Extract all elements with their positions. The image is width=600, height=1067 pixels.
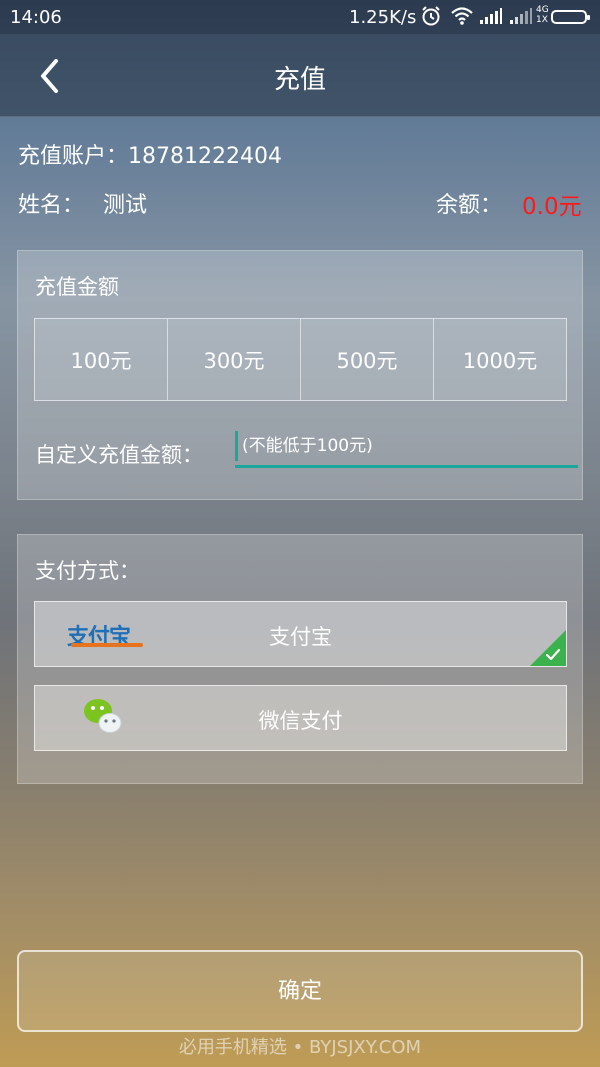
status-bar: 14:06 1.25K/s 4G 1X: [0, 0, 600, 34]
payment-panel: 支付方式： 支付宝 支付宝 微信支付: [17, 534, 583, 784]
name-label: 姓名：: [18, 193, 85, 218]
watermark: 必用手机精选 • BYJSJXY.COM: [178, 1037, 422, 1058]
amount-option-1000[interactable]: 1000元: [434, 319, 566, 400]
amount-option-300[interactable]: 300元: [168, 319, 301, 400]
status-speed: 1.25K/s: [349, 7, 417, 28]
check-icon: [545, 648, 561, 661]
network-type-main: 4G: [536, 5, 549, 15]
amount-option-500[interactable]: 500元: [301, 319, 434, 400]
amount-title: 充值金额: [35, 275, 119, 299]
signal-icon: [480, 8, 502, 24]
account-number: 充值账户：18781222404: [18, 144, 282, 169]
battery-icon: [551, 10, 590, 24]
page-title: 充值: [273, 65, 326, 95]
status-time: 14:06: [10, 7, 62, 28]
network-type-sub: 1X: [536, 15, 548, 25]
network-type: 4G 1X: [536, 5, 549, 25]
alarm-icon: [422, 6, 440, 26]
custom-amount-input[interactable]: [235, 431, 582, 461]
amount-panel: 充值金额 100元 300元 500元 1000元 自定义充值金额：: [17, 250, 583, 500]
custom-amount-field: [235, 431, 582, 468]
balance-value: 0.0元: [522, 194, 582, 220]
custom-amount-label: 自定义充值金额：: [35, 443, 203, 467]
amount-option-100[interactable]: 100元: [35, 319, 168, 400]
app-header: 充值: [0, 34, 600, 117]
confirm-button[interactable]: 确定: [17, 950, 583, 1032]
wifi-icon: [451, 7, 473, 25]
payment-option-label: 支付宝: [269, 625, 332, 649]
amount-options: 100元 300元 500元 1000元: [34, 318, 567, 401]
signal-secondary-icon: [510, 8, 532, 24]
payment-option-alipay[interactable]: 支付宝 支付宝: [34, 601, 567, 667]
payment-option-wechat[interactable]: 微信支付: [34, 685, 567, 751]
balance-label: 余额：: [436, 193, 503, 218]
name-value: 测试: [103, 193, 148, 218]
payment-option-label: 微信支付: [258, 709, 343, 733]
payment-title: 支付方式：: [35, 559, 140, 583]
